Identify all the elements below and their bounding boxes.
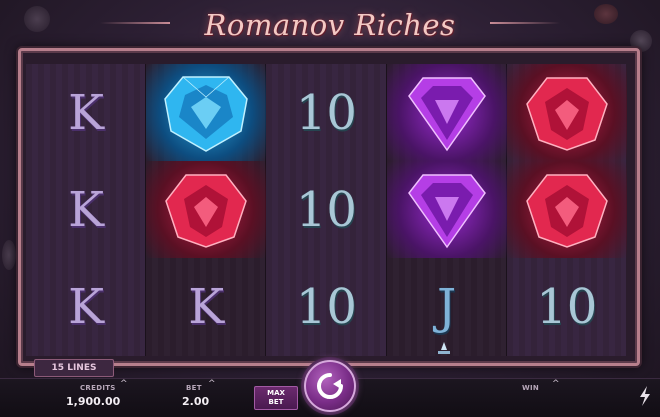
- bet-value: 2.00: [182, 395, 210, 408]
- purple-amethyst-icon: [407, 173, 486, 248]
- symbol-label: K: [68, 181, 104, 238]
- max-bet-label: MAX BET: [267, 389, 285, 407]
- symbol-label: 10: [295, 278, 357, 335]
- symbol-k: K: [146, 258, 266, 355]
- max-bet-line-2: BET: [268, 398, 284, 406]
- background-jewel-top-right: [594, 4, 618, 24]
- symbol-j: J: [387, 258, 507, 355]
- reel-1: K K K: [26, 64, 147, 356]
- symbol-label: K: [68, 278, 104, 335]
- bet-increase-button[interactable]: ^: [208, 379, 216, 389]
- win-label: WIN: [522, 384, 540, 392]
- symbol-label: 10: [295, 84, 357, 141]
- symbol-label: 10: [295, 181, 357, 238]
- reel-5: 10: [506, 64, 627, 356]
- credits-toggle-button[interactable]: ^: [120, 379, 128, 389]
- win-toggle-button[interactable]: ^: [552, 379, 560, 389]
- max-bet-line-1: MAX: [267, 389, 285, 397]
- symbol-10: 10: [266, 161, 386, 258]
- turbo-lightning-icon[interactable]: [638, 386, 652, 406]
- reel-indicator-icon: [438, 342, 450, 354]
- spin-button[interactable]: [304, 360, 356, 412]
- symbol-k: K: [26, 258, 146, 355]
- spin-arrow-icon: [317, 373, 343, 399]
- symbol-label: 10: [536, 278, 598, 335]
- lines-badge: 15 LINES: [34, 359, 114, 377]
- symbol-purple-amethyst: [386, 161, 507, 258]
- red-ruby-icon: [525, 76, 608, 151]
- symbol-10: 10: [266, 64, 386, 161]
- symbol-10: 10: [266, 258, 386, 355]
- reel-4: J: [386, 64, 507, 356]
- game-title-plate: Romanov Riches: [168, 4, 492, 46]
- background-jewel-left: [2, 240, 16, 270]
- credits-value: 1,900.00: [66, 395, 121, 408]
- symbol-label: K: [68, 84, 104, 141]
- background-jewel-top-left: [24, 6, 50, 32]
- reel-grid: K K K K 10 10 10 J 10: [26, 64, 627, 356]
- blue-sapphire-icon: [164, 75, 249, 152]
- purple-amethyst-icon: [407, 76, 486, 151]
- bet-label: BET: [186, 384, 202, 392]
- symbol-blue-sapphire: [146, 64, 267, 161]
- symbol-red-ruby: [506, 64, 627, 161]
- symbol-k: K: [26, 64, 146, 161]
- reel-2: K: [146, 64, 267, 356]
- symbol-10: 10: [507, 258, 627, 355]
- game-title: Romanov Riches: [204, 8, 456, 42]
- symbol-red-ruby: [146, 161, 267, 258]
- max-bet-button[interactable]: MAX BET: [254, 386, 298, 410]
- symbol-k: K: [26, 161, 146, 258]
- credits-label: CREDITS: [80, 384, 116, 392]
- red-ruby-icon: [165, 173, 248, 248]
- title-flourish-right: [490, 22, 560, 24]
- symbol-label: J: [436, 278, 457, 335]
- title-flourish-left: [100, 22, 170, 24]
- symbol-label: K: [188, 278, 225, 335]
- symbol-purple-amethyst: [386, 64, 507, 161]
- reel-3: 10 10 10: [266, 64, 387, 356]
- red-ruby-icon: [525, 173, 608, 248]
- symbol-red-ruby: [506, 161, 627, 258]
